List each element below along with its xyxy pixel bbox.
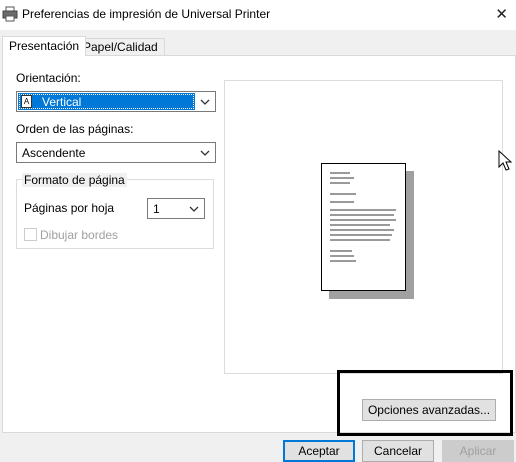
preview-text-line: [330, 182, 350, 184]
preview-sheet: [321, 163, 406, 291]
preview-text-line: [330, 250, 352, 252]
mouse-cursor-icon: [498, 150, 512, 171]
preview-text-line: [330, 177, 354, 179]
preview-text-line: [330, 193, 356, 195]
page-format-title: Formato de página: [22, 173, 127, 187]
preview-text-line: [330, 260, 356, 262]
pages-per-sheet-select[interactable]: 1: [147, 198, 205, 219]
orientation-label: Orientación:: [16, 71, 81, 85]
preview-text-line: [330, 209, 396, 211]
preview-text-line: [330, 239, 390, 241]
preview-text-line: [330, 201, 354, 203]
chevron-down-icon: [200, 150, 210, 156]
tab-strip: Presentación Papel/Calidad: [0, 36, 516, 56]
preview-text-line: [330, 229, 394, 231]
preview-text-line: [330, 224, 390, 226]
tab-papel-calidad[interactable]: Papel/Calidad: [76, 38, 165, 55]
apply-button[interactable]: Aplicar: [442, 440, 514, 462]
advanced-options-button[interactable]: Opciones avanzadas...: [362, 399, 496, 421]
pages-per-sheet-label: Páginas por hoja: [24, 201, 115, 215]
cancel-button[interactable]: Cancelar: [362, 440, 434, 462]
tab-presentacion[interactable]: Presentación: [2, 36, 87, 56]
pages-per-sheet-value: 1: [153, 202, 160, 216]
accept-button[interactable]: Aceptar: [283, 440, 355, 462]
portrait-page-icon: A: [21, 95, 32, 108]
chevron-down-icon: [200, 99, 210, 105]
page-order-label: Orden de las páginas:: [16, 122, 134, 136]
printer-icon: [2, 6, 18, 22]
preview-text-line: [330, 172, 350, 174]
title-bar: Preferencias de impresión de Universal P…: [0, 0, 516, 30]
preview-text-line: [330, 219, 396, 221]
preview-text-line: [330, 234, 392, 236]
chevron-down-icon: [189, 206, 199, 212]
close-icon[interactable]: ✕: [495, 5, 508, 23]
preview-text-line: [330, 214, 394, 216]
draw-borders-label: Dibujar bordes: [40, 228, 119, 242]
draw-borders-checkbox[interactable]: [24, 228, 37, 241]
page-order-value: Ascendente: [22, 146, 86, 160]
orientation-value: Vertical: [42, 95, 82, 109]
preview-text-line: [330, 255, 354, 257]
page-order-select[interactable]: Ascendente: [16, 142, 216, 163]
window-title: Preferencias de impresión de Universal P…: [22, 7, 271, 21]
orientation-select[interactable]: A Vertical: [16, 91, 216, 112]
